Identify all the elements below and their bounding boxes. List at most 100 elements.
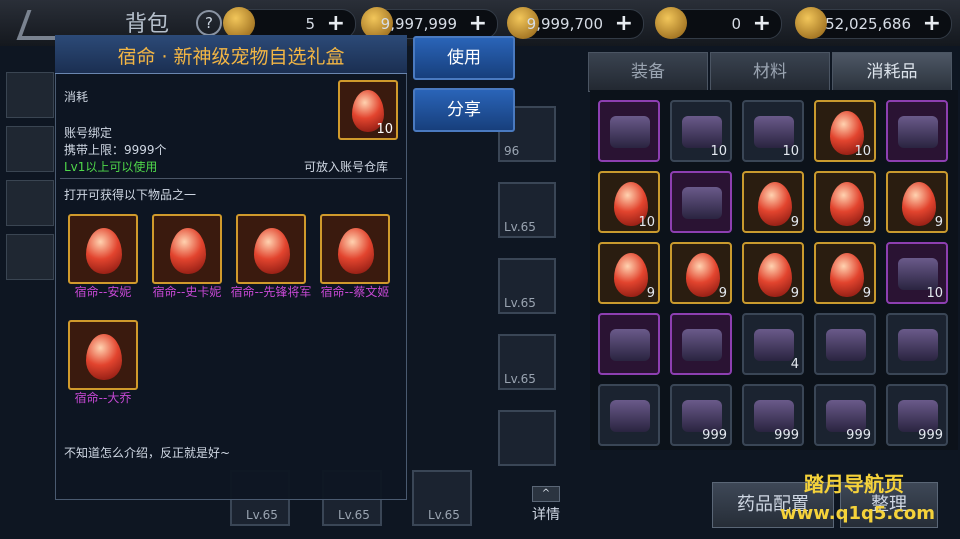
- side-tab[interactable]: [6, 126, 54, 172]
- contents-label: 打开可获得以下物品之一: [64, 188, 197, 202]
- item-level: Lv.65: [504, 372, 536, 386]
- add-currency-button[interactable]: +: [753, 11, 771, 36]
- help-button[interactable]: ?: [196, 10, 222, 36]
- inventory-slot[interactable]: 9: [886, 171, 948, 233]
- equipped-item-slot[interactable]: Lv.65: [498, 334, 556, 390]
- slot-count: 9: [790, 215, 799, 230]
- slot-count: 10: [710, 144, 727, 159]
- item-level: Lv.65: [246, 508, 278, 522]
- currency-value: 5: [305, 15, 315, 33]
- slot-count: 9: [718, 286, 727, 301]
- inventory-slot[interactable]: 999: [670, 384, 732, 446]
- equipped-item-slot[interactable]: [498, 410, 556, 466]
- slot-count: 999: [846, 428, 871, 443]
- inventory-slot[interactable]: [886, 100, 948, 162]
- item-level: Lv.65: [504, 296, 536, 310]
- tab-materials[interactable]: 材料: [710, 52, 830, 92]
- add-currency-button[interactable]: +: [469, 11, 487, 36]
- slot-count: 4: [790, 357, 799, 372]
- inventory-slot[interactable]: 999: [742, 384, 804, 446]
- EXP-icon: [682, 187, 722, 219]
- tab-equipment[interactable]: 装备: [588, 52, 708, 92]
- inventory-slot[interactable]: [598, 384, 660, 446]
- inventory-slot[interactable]: 9: [742, 171, 804, 233]
- egg-icon: [170, 228, 206, 274]
- inventory-slot[interactable]: 10: [742, 100, 804, 162]
- item-icon: 10: [338, 80, 398, 140]
- inventory-slot[interactable]: 9: [814, 242, 876, 304]
- item-level: Lv.65: [338, 508, 370, 522]
- reward-item[interactable]: [68, 320, 138, 390]
- item-level: Lv.65: [504, 220, 536, 234]
- inventory-slot[interactable]: [598, 100, 660, 162]
- carry-limit: 携带上限：9999个: [64, 143, 167, 157]
- divider: [60, 178, 402, 179]
- side-tab[interactable]: [6, 234, 54, 280]
- inventory-slot[interactable]: 10: [670, 100, 732, 162]
- popup-title: 宿命 · 新神级宠物自选礼盒: [117, 46, 345, 68]
- bottom-item-slot[interactable]: Lv.65: [412, 470, 472, 526]
- egg-icon: [830, 182, 864, 226]
- currency-value: 9,999,700: [526, 15, 603, 33]
- currency-gold-ingot: 52,025,686 +: [795, 7, 952, 39]
- egg-icon: [86, 334, 122, 380]
- egg-icon: [614, 253, 648, 297]
- inventory-slot[interactable]: 10: [598, 171, 660, 233]
- currency-badge: 0 +: [655, 7, 782, 39]
- reward-item[interactable]: [320, 214, 390, 284]
- share-button[interactable]: 分享: [413, 88, 515, 132]
- reward-name: 宿命--先锋将军: [230, 285, 312, 299]
- add-currency-button[interactable]: +: [615, 11, 633, 36]
- inventory-slot[interactable]: [598, 313, 660, 375]
- level-requirement: Lv1以上可以使用: [64, 160, 158, 174]
- details-button[interactable]: ^ 详情: [528, 486, 564, 526]
- reward-item[interactable]: [68, 214, 138, 284]
- slot-count: 10: [854, 144, 871, 159]
- storage-note: 可放入账号仓库: [304, 160, 389, 174]
- gold-ingot-icon: [795, 7, 827, 39]
- EXP-icon: [682, 329, 722, 361]
- egg-icon: [686, 253, 720, 297]
- watermark-url: www.q1q5.com: [780, 503, 936, 524]
- bind-type: 账号绑定: [64, 126, 113, 140]
- watermark-title: 踏月导航页: [804, 472, 904, 496]
- slot-count: 999: [774, 428, 799, 443]
- add-currency-button[interactable]: +: [327, 11, 345, 36]
- chest-icon: [826, 329, 866, 361]
- inventory-slot[interactable]: 999: [814, 384, 876, 446]
- equipped-item-slot[interactable]: Lv.65: [498, 182, 556, 238]
- item-category: 消耗: [64, 90, 89, 104]
- add-currency-button[interactable]: +: [923, 11, 941, 36]
- inventory-slot[interactable]: [670, 171, 732, 233]
- page-title: 背包: [125, 12, 170, 37]
- inventory-slot[interactable]: [814, 313, 876, 375]
- egg-icon: [902, 182, 936, 226]
- currency-value: 0: [731, 15, 741, 33]
- equipped-item-slot[interactable]: Lv.65: [498, 258, 556, 314]
- inventory-slot[interactable]: 9: [814, 171, 876, 233]
- egg-icon: [758, 253, 792, 297]
- currency-gem: 9,999,700 +: [507, 7, 644, 39]
- inventory-slot[interactable]: [670, 313, 732, 375]
- EXP-icon: [610, 329, 650, 361]
- inventory-slot[interactable]: [886, 313, 948, 375]
- chevron-up-icon: ^: [532, 486, 560, 502]
- inventory-slot[interactable]: 10: [814, 100, 876, 162]
- inventory-slot[interactable]: 999: [886, 384, 948, 446]
- reward-name: 宿命--蔡文姬: [320, 285, 390, 299]
- side-tab[interactable]: [6, 72, 54, 118]
- inventory-slot[interactable]: 9: [598, 242, 660, 304]
- side-tab[interactable]: [6, 180, 54, 226]
- egg-icon: [830, 253, 864, 297]
- inventory-slot[interactable]: 10: [886, 242, 948, 304]
- reward-item[interactable]: [152, 214, 222, 284]
- use-button[interactable]: 使用: [413, 36, 515, 80]
- slot-count: 9: [862, 215, 871, 230]
- inventory-slot[interactable]: 9: [742, 242, 804, 304]
- inventory-slot[interactable]: 9: [670, 242, 732, 304]
- tab-consumables[interactable]: 消耗品: [832, 52, 952, 92]
- slot-count: 10: [926, 286, 943, 301]
- reward-item[interactable]: [236, 214, 306, 284]
- ALD至尊-icon: [610, 116, 650, 148]
- inventory-slot[interactable]: 4: [742, 313, 804, 375]
